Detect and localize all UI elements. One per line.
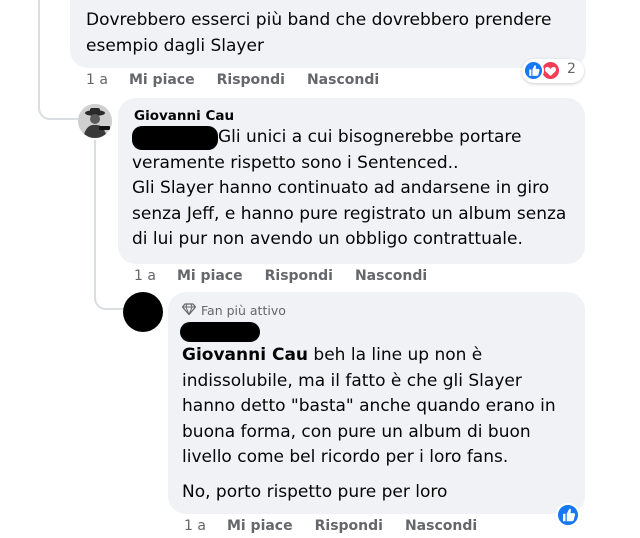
reply-button[interactable]: Rispondi [265,268,333,284]
comment-actions: 1 a Mi piace Rispondi Nascondi [134,268,449,284]
comment-text: Giovanni Cau beh la line up non è indiss… [182,345,556,467]
reactions-summary[interactable]: 2 [522,59,584,83]
comment-bubble: Dovrebbero esserci più band che dovrebbe… [70,0,586,68]
thread-curve-reply1 [38,80,78,120]
comment-timestamp[interactable]: 1 a [86,72,108,88]
like-icon [523,60,544,81]
comment-actions: 1 a Mi piace Rispondi Nascondi [184,518,499,534]
like-button[interactable]: Mi piace [177,268,243,284]
thread-line-reply1 [94,140,96,290]
avatar[interactable] [78,104,112,138]
comment-timestamp[interactable]: 1 a [184,518,206,534]
comment-author[interactable]: Giovanni Cau [134,108,571,124]
comment-text-second-paragraph: No, porto rispetto pure per loro [182,482,448,502]
reaction-count: 2 [567,61,576,77]
avatar[interactable] [123,292,163,332]
fan-badge[interactable]: Fan più attivo [181,303,286,318]
comment-bubble: Giovanni Cau Gli unici a cui bisognerebb… [118,98,585,264]
reply-button[interactable]: Rispondi [217,72,285,88]
thread-curve-reply2 [94,270,124,310]
like-icon[interactable] [556,503,580,527]
hide-button[interactable]: Nascondi [307,72,379,88]
hide-button[interactable]: Nascondi [355,268,427,284]
hide-button[interactable]: Nascondi [405,518,477,534]
comment-text: Dovrebbero esserci più band che dovrebbe… [86,10,552,56]
redacted-text [180,322,260,342]
mention-link[interactable]: Giovanni Cau [182,345,308,365]
comment-timestamp[interactable]: 1 a [134,268,156,284]
comment-actions: 1 a Mi piace Rispondi Nascondi [86,72,401,88]
like-button[interactable]: Mi piace [129,72,195,88]
diamond-icon [181,303,197,318]
reply-button[interactable]: Rispondi [315,518,383,534]
fan-badge-label: Fan più attivo [201,303,286,318]
like-button[interactable]: Mi piace [227,518,293,534]
redacted-text [132,126,218,150]
